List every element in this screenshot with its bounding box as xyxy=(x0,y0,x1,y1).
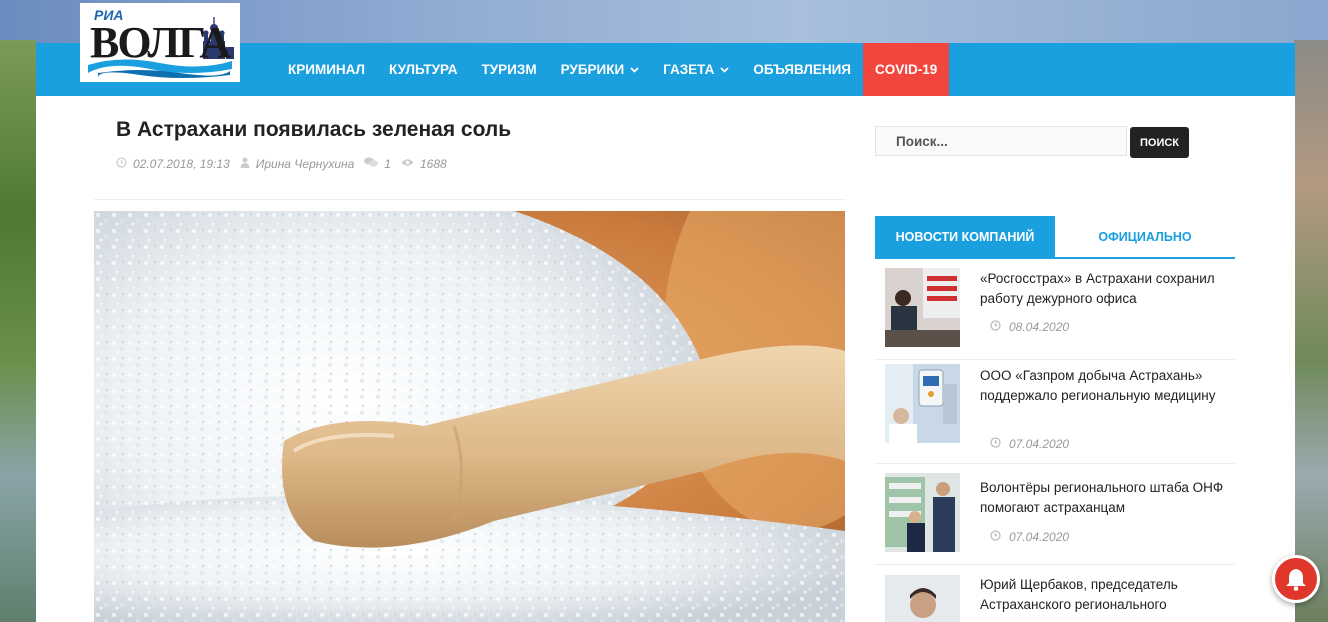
nav-item-tourism[interactable]: Туризм xyxy=(470,43,549,96)
medical-equipment-photo-icon xyxy=(885,364,960,443)
logo-volga-text: ВОЛГА xyxy=(90,18,231,67)
nav-item-label: Криминал xyxy=(288,62,366,77)
list-item[interactable]: Волонтёры регионального штаба ОНФ помога… xyxy=(875,464,1235,565)
eye-icon xyxy=(401,158,414,170)
bell-icon xyxy=(1286,569,1306,591)
clock-icon xyxy=(990,320,1001,334)
nav-item-rubrics[interactable]: Рубрики xyxy=(549,43,652,96)
person-portrait-icon xyxy=(885,575,960,622)
tab-company-news[interactable]: Новости компаний xyxy=(875,216,1055,257)
article-views-count: 1688 xyxy=(419,157,447,171)
news-date-row: 07.04.2020 xyxy=(990,530,1069,544)
background-trees-right xyxy=(1294,40,1328,622)
search-input[interactable] xyxy=(875,126,1127,156)
news-title[interactable]: ООО «Газпром добыча Астрахань» поддержал… xyxy=(980,366,1228,406)
news-date-row: 08.04.2020 xyxy=(990,320,1069,334)
article-author[interactable]: Ирина Чернухина xyxy=(256,157,355,171)
site-logo[interactable]: РИА ВОЛГА xyxy=(80,3,240,82)
nav-menu: Криминал Культура Туризм Рубрики Газета … xyxy=(276,43,950,96)
nav-item-label: COVID-19 xyxy=(875,62,938,77)
news-tabs: Новости компаний Официально xyxy=(875,216,1235,259)
news-title[interactable]: «Росгосстрах» в Астрахани сохранил работ… xyxy=(980,269,1228,309)
nav-item-covid[interactable]: COVID-19 xyxy=(863,43,950,96)
clock-icon xyxy=(116,157,127,171)
article-image xyxy=(94,211,845,622)
news-date: 08.04.2020 xyxy=(1009,320,1070,334)
chevron-down-icon xyxy=(720,64,729,76)
user-icon xyxy=(240,157,250,171)
news-thumbnail[interactable] xyxy=(885,268,960,347)
office-photo-icon xyxy=(885,268,960,347)
article-comments-count[interactable]: 1 xyxy=(384,157,391,171)
tab-official[interactable]: Официально xyxy=(1055,216,1235,257)
nav-item-label: Объявления xyxy=(753,62,852,77)
article-meta: 02.07.2018, 19:13 Ирина Чернухина 1 1688 xyxy=(116,157,447,171)
clock-icon xyxy=(990,530,1001,544)
article-title: В Астрахани появилась зеленая соль xyxy=(116,118,512,141)
nav-item-ads[interactable]: Объявления xyxy=(741,43,863,96)
nav-item-newspaper[interactable]: Газета xyxy=(651,43,741,96)
news-title[interactable]: Волонтёры регионального штаба ОНФ помога… xyxy=(980,478,1228,518)
nav-item-label: Туризм xyxy=(481,62,537,77)
news-date-row: 07.04.2020 xyxy=(990,437,1069,451)
nav-item-label: Газета xyxy=(663,62,715,77)
news-date: 07.04.2020 xyxy=(1009,437,1070,451)
comments-icon xyxy=(364,157,379,171)
news-thumbnail[interactable] xyxy=(885,473,960,552)
news-list: «Росгосстрах» в Астрахани сохранил работ… xyxy=(875,259,1235,622)
clock-icon xyxy=(990,437,1001,451)
news-title[interactable]: Юрий Щербаков, председатель Астраханског… xyxy=(980,575,1228,615)
search-button[interactable]: Поиск xyxy=(1130,127,1189,158)
chevron-down-icon xyxy=(630,64,639,76)
background-trees-left xyxy=(0,40,36,622)
nav-item-criminal[interactable]: Криминал xyxy=(276,43,377,96)
content-area: В Астрахани появилась зеленая соль 02.07… xyxy=(36,96,1295,622)
list-item[interactable]: «Росгосстрах» в Астрахани сохранил работ… xyxy=(875,259,1235,360)
news-thumbnail[interactable] xyxy=(885,575,960,622)
salt-bowl-photo-icon xyxy=(94,211,845,622)
nav-item-culture[interactable]: Культура xyxy=(377,43,469,96)
notification-bell-button[interactable] xyxy=(1272,555,1320,603)
nav-item-label: Культура xyxy=(389,62,458,77)
news-date: 07.04.2020 xyxy=(1009,530,1070,544)
title-divider xyxy=(94,199,846,200)
volunteers-photo-icon xyxy=(885,473,960,552)
list-item[interactable]: ООО «Газпром добыча Астрахань» поддержал… xyxy=(875,360,1235,464)
list-item[interactable]: Юрий Щербаков, председатель Астраханског… xyxy=(875,565,1235,622)
nav-item-label: Рубрики xyxy=(560,62,625,77)
article-date: 02.07.2018, 19:13 xyxy=(133,157,230,171)
news-thumbnail[interactable] xyxy=(885,364,960,443)
